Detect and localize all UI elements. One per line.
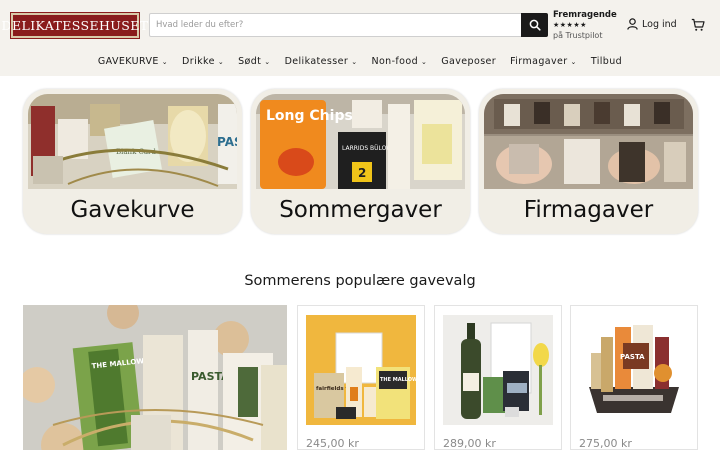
user-icon (627, 18, 638, 30)
category-image (484, 94, 693, 189)
nav-label: Non-food (371, 55, 419, 67)
long-chips-text: Long Chips (266, 108, 353, 124)
product-card[interactable]: fairfields farm THE MALLOWS 245,00 kr (297, 305, 425, 450)
nav-item-sodt[interactable]: Sødt ⌄ (231, 52, 277, 70)
chevron-down-icon: ⌄ (421, 58, 428, 66)
trustpilot-badge[interactable]: Fremragende ★★★★★ på Trustpilot (553, 10, 623, 41)
nav-label: GAVEKURVE (97, 55, 159, 67)
featured-product-image[interactable]: THE MALLOWS PASTA (23, 305, 287, 450)
nav-label: Drikke (182, 55, 215, 67)
category-card-firmagaver[interactable]: Firmagaver (479, 89, 698, 234)
nav-label: Firmagaver (510, 55, 568, 67)
chevron-down-icon: ⌄ (161, 58, 169, 66)
category-card-sommergaver[interactable]: Long Chips LARRIDS BÜLOW 2 Sommergaver (251, 89, 470, 234)
pasta-text: PASTA (620, 353, 645, 361)
nav-item-non-food[interactable]: Non-food ⌄ (364, 52, 434, 70)
chevron-down-icon: ⌄ (351, 58, 358, 66)
nav-label: Tilbud (590, 55, 623, 67)
nav-item-gavekurve[interactable]: GAVEKURVE ⌄ (91, 52, 175, 70)
nav-item-drikke[interactable]: Drikke ⌄ (175, 52, 231, 70)
search-icon (529, 19, 541, 31)
search-input[interactable] (150, 14, 521, 36)
product-card[interactable]: 289,00 kr (434, 305, 562, 450)
trustpilot-source: på Trustpilot (553, 31, 603, 40)
site-header: DELIKATESSEHUSET Fremragende ★★★★★ på Tr… (0, 0, 720, 76)
logo[interactable]: DELIKATESSEHUSET (2, 12, 148, 39)
search-button[interactable] (521, 13, 548, 37)
cart-icon (691, 18, 705, 31)
pasta-text: PASTA (217, 135, 237, 149)
product-image: fairfields farm THE MALLOWS (306, 315, 416, 425)
nav-item-tilbud[interactable]: Tilbud (584, 52, 629, 70)
nav-label: Gaveposer (441, 55, 497, 67)
chevron-down-icon: ⌄ (570, 58, 577, 66)
category-card-gavekurve[interactable]: Blank Card PASTA Gavekurve (23, 89, 242, 234)
login-link[interactable]: Log ind (627, 18, 677, 30)
larrids-text: LARRIDS BÜLOW (342, 145, 392, 152)
trustpilot-stars: ★★★★★ (553, 21, 587, 29)
main-nav: GAVEKURVE ⌄ Drikke ⌄ Sødt ⌄ Delikatesser ⌄ N… (0, 52, 720, 70)
category-label: Sommergaver (279, 197, 442, 223)
product-image: PASTA (579, 315, 689, 425)
nav-item-delikatesser[interactable]: Delikatesser ⌄ (278, 52, 365, 70)
nav-item-gaveposer[interactable]: Gaveposer (434, 52, 503, 70)
product-price: 245,00 kr (306, 437, 359, 450)
search-bar (149, 13, 548, 37)
login-label: Log ind (642, 18, 677, 30)
cart-button[interactable] (691, 17, 705, 36)
product-price: 275,00 kr (579, 437, 632, 450)
category-image: Blank Card PASTA (28, 94, 237, 189)
category-label: Gavekurve (70, 197, 195, 223)
chevron-down-icon: ⌄ (264, 58, 271, 66)
trustpilot-rating-text: Fremragende (553, 10, 617, 20)
larrids-number: 2 (358, 166, 366, 180)
section-title: Sommerens populære gavevalg (244, 273, 476, 289)
chevron-down-icon: ⌄ (217, 58, 225, 66)
product-image (443, 315, 553, 425)
category-image: Long Chips LARRIDS BÜLOW 2 (256, 94, 465, 189)
nav-label: Sødt (238, 55, 262, 67)
mallows-text: THE MALLOWS (380, 377, 416, 383)
product-price: 289,00 kr (443, 437, 496, 450)
nav-item-firmagaver[interactable]: Firmagaver ⌄ (503, 52, 584, 70)
product-card[interactable]: PASTA 275,00 kr (570, 305, 698, 450)
category-label: Firmagaver (523, 197, 654, 223)
nav-label: Delikatesser (284, 55, 349, 67)
